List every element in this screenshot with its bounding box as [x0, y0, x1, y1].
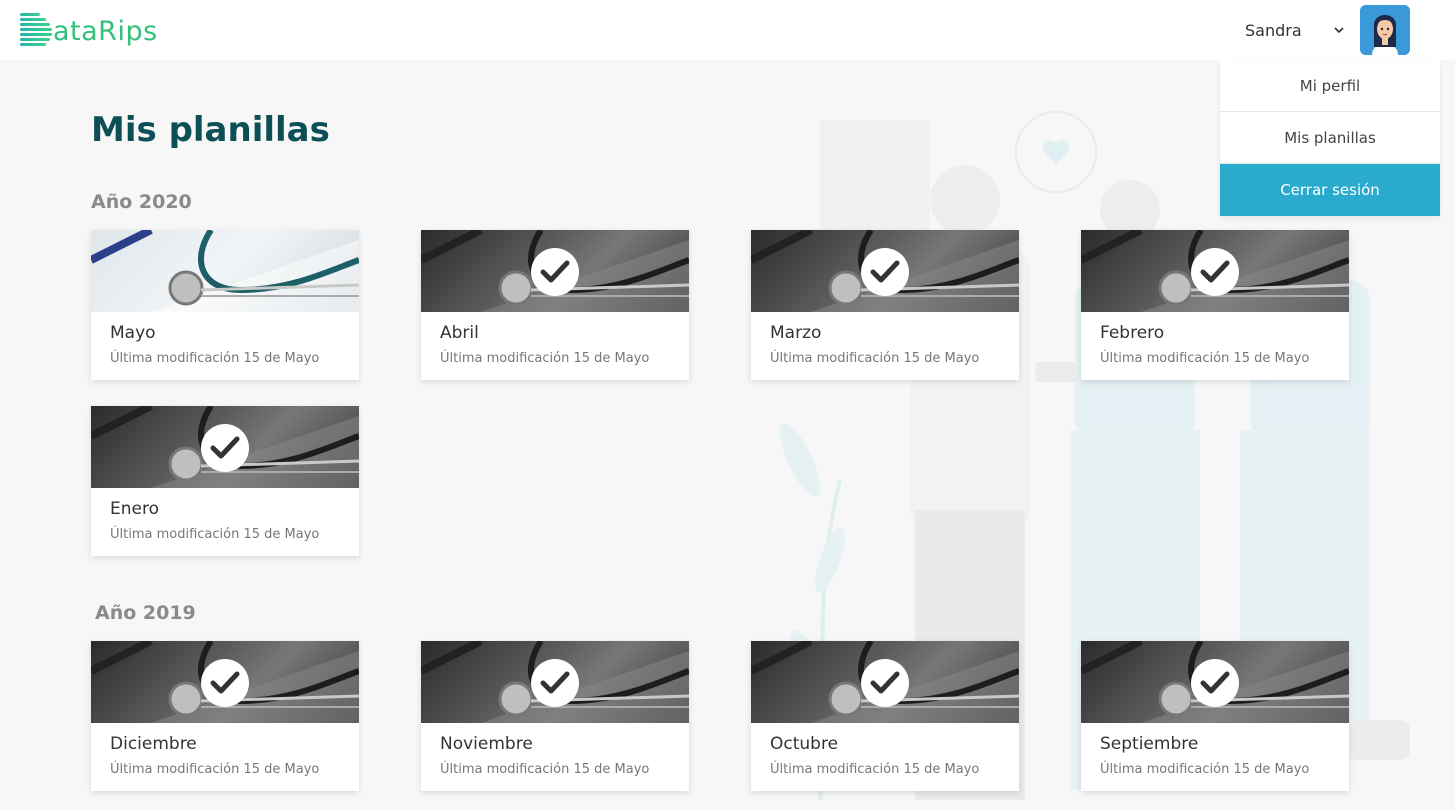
- check-icon: [201, 659, 249, 707]
- user-avatar-icon: [1360, 5, 1410, 55]
- planilla-card[interactable]: Septiembre Última modificación 15 de Mayo: [1081, 641, 1349, 791]
- stethoscope-image: [91, 641, 359, 723]
- user-name: Sandra: [1245, 20, 1302, 40]
- card-title: Septiembre: [1100, 734, 1199, 754]
- card-title: Abril: [440, 323, 479, 343]
- card-last-modified: Última modificación 15 de Mayo: [110, 527, 320, 542]
- check-icon: [1191, 248, 1239, 296]
- card-last-modified: Última modificación 15 de Mayo: [440, 351, 650, 366]
- user-dropdown-menu: Mi perfil Mis planillas Cerrar sesión: [1220, 60, 1440, 216]
- menu-item-mis-planillas[interactable]: Mis planillas: [1220, 112, 1440, 164]
- card-last-modified: Última modificación 15 de Mayo: [110, 762, 320, 777]
- check-icon: [861, 248, 909, 296]
- planilla-card[interactable]: Marzo Última modificación 15 de Mayo: [751, 230, 1019, 380]
- card-last-modified: Última modificación 15 de Mayo: [770, 351, 980, 366]
- year-heading-2020: Año 2020: [91, 191, 192, 213]
- stethoscope-image: [751, 230, 1019, 312]
- check-icon: [861, 659, 909, 707]
- stethoscope-image: [91, 230, 359, 312]
- card-title: Noviembre: [440, 734, 533, 754]
- card-last-modified: Última modificación 15 de Mayo: [1100, 351, 1310, 366]
- stethoscope-image: [421, 641, 689, 723]
- page-title: Mis planillas: [91, 110, 330, 150]
- chevron-down-icon: [1334, 27, 1344, 34]
- card-last-modified: Última modificación 15 de Mayo: [1100, 762, 1310, 777]
- planilla-card[interactable]: Mayo Última modificación 15 de Mayo: [91, 230, 359, 380]
- stethoscope-image: [751, 641, 1019, 723]
- check-icon: [531, 248, 579, 296]
- check-icon: [531, 659, 579, 707]
- menu-item-cerrar-sesion[interactable]: Cerrar sesión: [1220, 164, 1440, 216]
- check-icon: [1191, 659, 1239, 707]
- planilla-card[interactable]: Febrero Última modificación 15 de Mayo: [1081, 230, 1349, 380]
- logo-mark-icon: [20, 13, 54, 49]
- check-icon: [201, 424, 249, 472]
- planilla-card[interactable]: Octubre Última modificación 15 de Mayo: [751, 641, 1019, 791]
- stethoscope-image: [1081, 641, 1349, 723]
- card-title: Marzo: [770, 323, 822, 343]
- user-menu-toggle[interactable]: Sandra: [1245, 19, 1345, 41]
- datarips-logo[interactable]: ataRips: [20, 12, 158, 50]
- card-title: Febrero: [1100, 323, 1165, 343]
- card-title: Octubre: [770, 734, 839, 754]
- planilla-card[interactable]: Abril Última modificación 15 de Mayo: [421, 230, 689, 380]
- stethoscope-image: [421, 230, 689, 312]
- logo-text: ataRips: [53, 15, 158, 47]
- card-title: Enero: [110, 499, 159, 519]
- year-heading-2019: Año 2019: [95, 602, 196, 624]
- card-last-modified: Última modificación 15 de Mayo: [440, 762, 650, 777]
- top-bar: ataRips Sandra: [0, 0, 1455, 60]
- planilla-card[interactable]: Diciembre Última modificación 15 de Mayo: [91, 641, 359, 791]
- card-title: Diciembre: [110, 734, 197, 754]
- avatar[interactable]: [1360, 5, 1410, 55]
- stethoscope-image: [1081, 230, 1349, 312]
- card-last-modified: Última modificación 15 de Mayo: [770, 762, 980, 777]
- card-title: Mayo: [110, 323, 156, 343]
- planilla-card[interactable]: Noviembre Última modificación 15 de Mayo: [421, 641, 689, 791]
- planilla-card[interactable]: Enero Última modificación 15 de Mayo: [91, 406, 359, 556]
- stethoscope-image: [91, 406, 359, 488]
- menu-item-mi-perfil[interactable]: Mi perfil: [1220, 60, 1440, 112]
- card-last-modified: Última modificación 15 de Mayo: [110, 351, 320, 366]
